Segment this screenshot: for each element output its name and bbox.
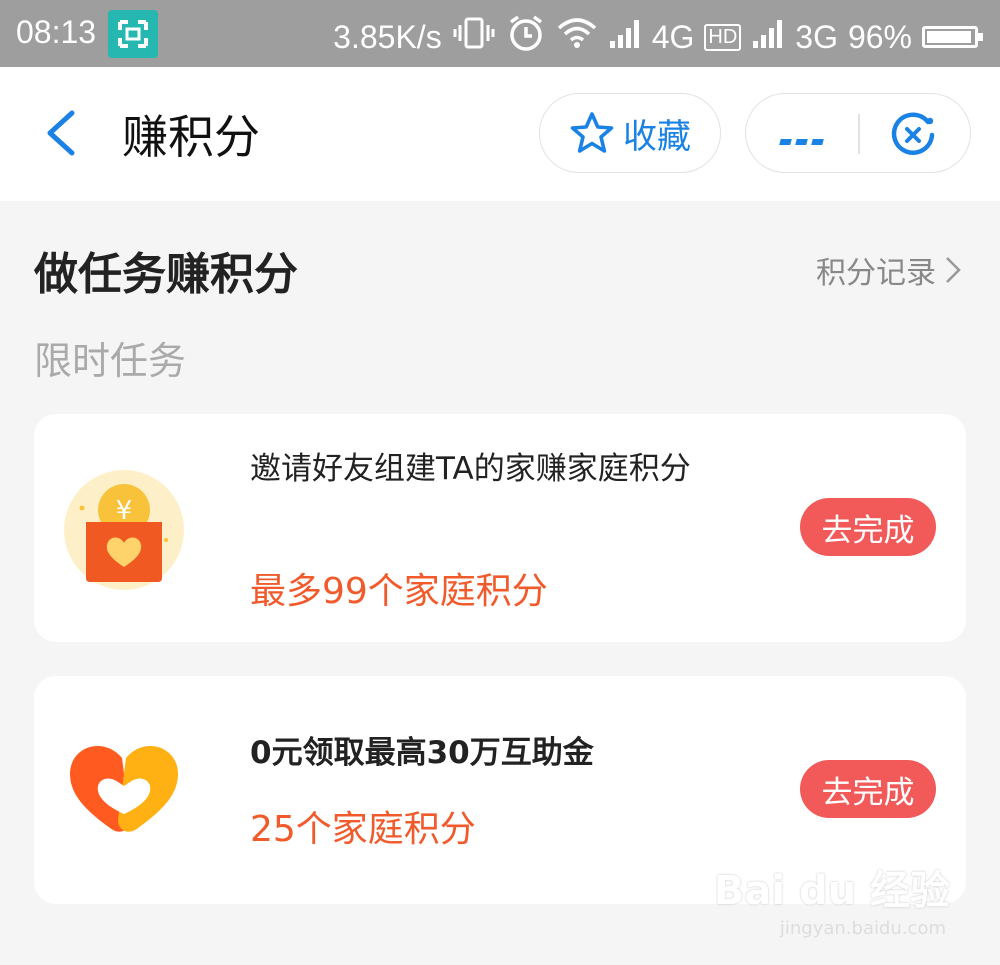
more-options-icon[interactable] [779, 130, 828, 149]
title-bar: 赚积分 收藏 [0, 67, 1000, 201]
status-time: 08:13 [16, 14, 97, 50]
network-type-4g: 4G [651, 18, 695, 55]
svg-text:¥: ¥ [116, 496, 133, 526]
vibrate-icon [452, 15, 496, 59]
favorite-button[interactable]: 收藏 [539, 93, 721, 173]
page-title: 赚积分 [122, 110, 260, 164]
menu-capsule [745, 93, 971, 173]
baidu-jingyan-watermark: Bai du 经验 [713, 868, 950, 914]
task-title: 0元领取最高30万互助金 [250, 735, 594, 771]
back-button[interactable] [40, 107, 80, 159]
points-records-label: 积分记录 [816, 256, 936, 291]
watermark-url: jingyan.baidu.com [779, 918, 946, 939]
complete-task-button[interactable]: 去完成 [800, 498, 936, 556]
status-bar: 08:13 3.85K/s 4G HD 3G 96% [0, 0, 1000, 67]
chevron-right-icon [946, 257, 961, 283]
network-speed: 3.85K/s [333, 18, 442, 55]
star-icon [570, 112, 614, 153]
status-right: 3.85K/s 4G HD 3G 96% [333, 14, 983, 60]
wifi-icon [556, 16, 598, 58]
screenshot-icon [108, 10, 158, 58]
limited-tasks-heading: 限时任务 [34, 339, 187, 383]
points-records-link[interactable]: 积分记录 [816, 248, 962, 292]
battery-percent: 96% [847, 18, 912, 55]
task-title: 邀请好友组建TA的家赚家庭积分 [250, 451, 691, 487]
network-type-3g: 3G [795, 18, 838, 55]
task-card: ¥ 邀请好友组建TA的家赚家庭积分 最多99个家庭积分 去完成 [34, 414, 966, 642]
hd-badge: HD [704, 23, 742, 51]
favorite-label: 收藏 [623, 116, 691, 157]
orange-heart-logo-icon [64, 732, 184, 852]
section-title: 做任务赚积分 [34, 249, 298, 300]
battery-icon [922, 26, 983, 48]
alarm-icon [506, 14, 546, 60]
chevron-left-icon [47, 110, 75, 156]
close-miniapp-button[interactable] [890, 112, 936, 158]
close-circle-icon [891, 112, 935, 155]
signal-strength-icon [608, 17, 642, 57]
capsule-divider [858, 114, 860, 154]
complete-task-button[interactable]: 去完成 [800, 760, 936, 818]
signal-strength-icon-2 [751, 17, 785, 57]
red-envelope-heart-icon: ¥ [64, 470, 184, 590]
task-reward: 25个家庭积分 [250, 809, 476, 850]
task-reward: 最多99个家庭积分 [250, 571, 548, 612]
